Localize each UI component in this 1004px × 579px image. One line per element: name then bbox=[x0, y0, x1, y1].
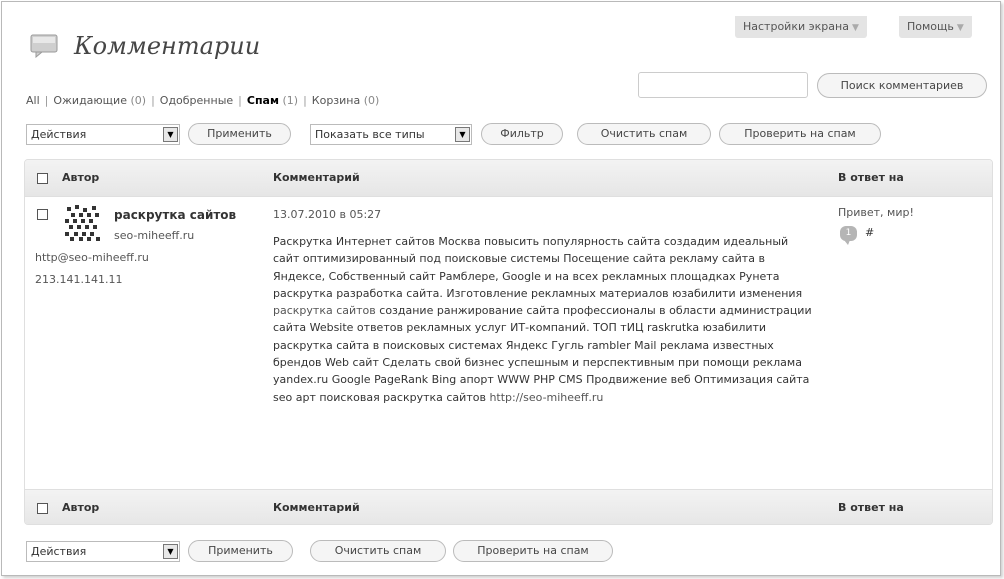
check-spam-button[interactable]: Проверить на спам bbox=[719, 123, 881, 145]
author-avatar bbox=[65, 205, 100, 241]
table-header: Автор Комментарий В ответ на bbox=[25, 160, 992, 197]
filter-approved[interactable]: Одобренные bbox=[160, 94, 233, 107]
comment-type-value: Показать все типы bbox=[315, 128, 425, 141]
response-post-link[interactable]: Привет, мир! bbox=[838, 206, 914, 219]
dropdown-arrow-icon: ▼ bbox=[455, 127, 470, 142]
comments-panel: Настройки экрана ▼ Помощь ▼ Комментарии Al… bbox=[1, 1, 1001, 576]
empty-spam-button[interactable]: Очистить спам bbox=[577, 123, 711, 145]
check-spam-button-bottom[interactable]: Проверить на спам bbox=[453, 540, 613, 562]
row-checkbox[interactable] bbox=[37, 209, 48, 220]
footer-column-author[interactable]: Автор bbox=[62, 501, 99, 514]
help-label: Помощь bbox=[907, 20, 954, 33]
comment-type-select[interactable]: Показать все типы ▼ bbox=[310, 124, 472, 145]
apply-button[interactable]: Применить bbox=[188, 123, 291, 145]
filter-spam-label: Спам bbox=[246, 94, 279, 107]
table-footer: Автор Комментарий В ответ на bbox=[25, 489, 992, 524]
filter-pending[interactable]: Ожидающие (0) bbox=[53, 94, 146, 107]
bulk-actions-select[interactable]: Действия ▼ bbox=[26, 124, 180, 145]
comments-table: Автор Комментарий В ответ на раскрутка с… bbox=[24, 159, 993, 525]
filter-trash-label: Корзина bbox=[311, 94, 361, 107]
filter-pending-count: (0) bbox=[130, 94, 147, 107]
search-comments-button[interactable]: Поиск комментариев bbox=[817, 73, 987, 98]
page-title: Комментарии bbox=[74, 32, 261, 60]
column-author[interactable]: Автор bbox=[62, 171, 99, 184]
comment-date-link[interactable]: 13.07.2010 в 05:27 bbox=[273, 208, 381, 221]
footer-column-response[interactable]: В ответ на bbox=[838, 501, 904, 514]
author-email-link[interactable]: http@seo-miheeff.ru bbox=[35, 251, 149, 264]
footer-column-comment: Комментарий bbox=[273, 501, 360, 514]
author-name: раскрутка сайтов bbox=[114, 208, 237, 222]
filter-spam-count: (1) bbox=[282, 94, 299, 107]
help-button[interactable]: Помощь ▼ bbox=[899, 16, 972, 38]
comment-text-part-2: создание ранжирование сайта профессионал… bbox=[273, 304, 812, 404]
comment-url-link[interactable]: http://seo-miheeff.ru bbox=[489, 391, 603, 404]
select-all-checkbox[interactable] bbox=[37, 173, 48, 184]
screen-options-label: Настройки экрана bbox=[743, 20, 849, 33]
dropdown-arrow-icon: ▼ bbox=[163, 544, 178, 559]
triangle-down-icon: ▼ bbox=[956, 23, 964, 33]
comment-text: Раскрутка Интернет сайтов Москва повысит… bbox=[273, 233, 813, 406]
comment-count-badge[interactable]: 1 bbox=[840, 226, 857, 245]
comments-bubble-icon bbox=[30, 34, 58, 58]
comment-inline-link[interactable]: раскрутка сайтов bbox=[273, 304, 376, 317]
dropdown-arrow-icon: ▼ bbox=[163, 127, 178, 142]
table-row: раскрутка сайтов seo-miheeff.ru http@seo… bbox=[25, 197, 992, 488]
filter-trash[interactable]: Корзина (0) bbox=[312, 94, 380, 107]
filter-pending-label: Ожидающие bbox=[53, 94, 127, 107]
select-all-checkbox-footer[interactable] bbox=[37, 503, 48, 514]
empty-spam-button-bottom[interactable]: Очистить спам bbox=[310, 540, 446, 562]
filter-trash-count: (0) bbox=[363, 94, 380, 107]
author-site-link[interactable]: seo-miheeff.ru bbox=[114, 229, 194, 242]
permalink-hash-link[interactable]: # bbox=[865, 226, 874, 239]
filter-button[interactable]: Фильтр bbox=[481, 123, 563, 145]
column-comment: Комментарий bbox=[273, 171, 360, 184]
triangle-down-icon: ▼ bbox=[851, 23, 859, 33]
author-ip-link[interactable]: 213.141.141.11 bbox=[35, 273, 122, 286]
bulk-actions-value: Действия bbox=[31, 128, 87, 141]
filter-all[interactable]: All bbox=[26, 94, 40, 107]
bulk-actions-value-bottom: Действия bbox=[31, 545, 87, 558]
bulk-actions-select-bottom[interactable]: Действия ▼ bbox=[26, 541, 180, 562]
apply-button-bottom[interactable]: Применить bbox=[188, 540, 293, 562]
search-input[interactable] bbox=[638, 72, 808, 98]
comment-text-part-1: Раскрутка Интернет сайтов Москва повысит… bbox=[273, 235, 803, 300]
column-response[interactable]: В ответ на bbox=[838, 171, 904, 184]
status-filters: All | Ожидающие (0) | Одобренные | Спам (1) | Ко… bbox=[26, 94, 380, 107]
filter-spam[interactable]: Спам bbox=[247, 94, 279, 107]
screen-options-button[interactable]: Настройки экрана ▼ bbox=[735, 16, 867, 38]
